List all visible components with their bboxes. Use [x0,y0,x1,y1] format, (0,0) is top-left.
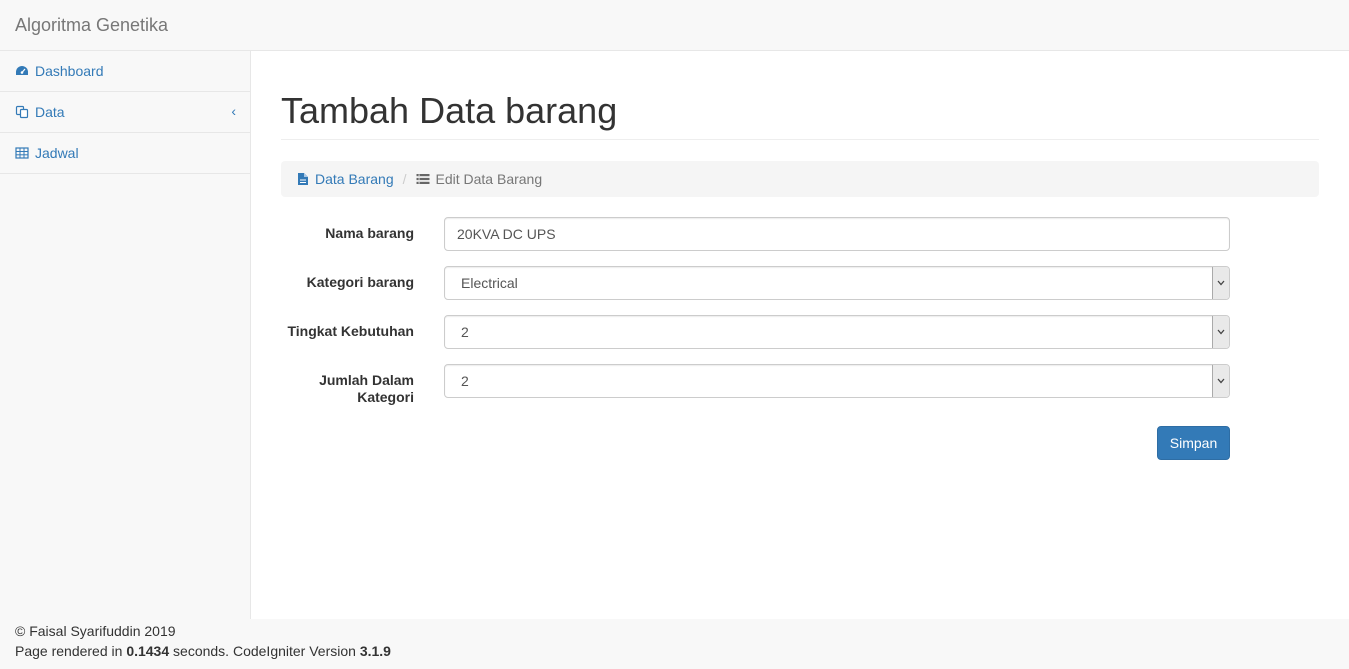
render-prefix: Page rendered in [15,643,127,659]
framework-version: 3.1.9 [359,643,391,659]
main-content: Tambah Data barang Data Barang / Edit Da… [251,51,1349,619]
tingkat-kebutuhan-value: 2 [461,324,469,340]
tingkat-kebutuhan-label: Tingkat Kebutuhan [287,323,414,339]
breadcrumb-separator: / [402,171,407,187]
copy-icon [15,105,29,119]
jumlah-dalam-kategori-select[interactable]: 2 [444,364,1230,398]
top-navbar: Algoritma Genetika [0,0,1349,51]
form-row-tingkat: Tingkat Kebutuhan 2 [281,315,1319,349]
chevron-down-icon[interactable] [1212,267,1229,299]
simpan-button[interactable]: Simpan [1157,426,1230,460]
kategori-barang-value: Electrical [461,275,518,291]
breadcrumb: Data Barang / Edit Data Barang [281,161,1319,197]
footer: © Faisal Syarifuddin 2019 Page rendered … [0,619,1349,669]
kategori-barang-label: Kategori barang [306,274,414,290]
nama-barang-input[interactable]: 20KVA DC UPS [444,217,1230,251]
page-header: Tambah Data barang [281,91,1319,140]
list-icon [416,174,429,184]
breadcrumb-current: Edit Data Barang [416,171,543,187]
file-icon [298,173,308,185]
chevron-down-icon[interactable] [1212,365,1229,397]
sidebar-item-data[interactable]: Data ‹ [0,92,250,133]
chevron-left-icon[interactable]: ‹ [231,103,236,119]
jumlah-dalam-kategori-value: 2 [461,373,469,389]
form-row-nama: Nama barang 20KVA DC UPS [281,217,1319,251]
breadcrumb-link[interactable]: Data Barang [315,171,394,187]
tingkat-kebutuhan-select[interactable]: 2 [444,315,1230,349]
footer-render-info: Page rendered in 0.1434 seconds. CodeIgn… [15,641,1349,661]
footer-copyright: © Faisal Syarifuddin 2019 [15,623,176,639]
form-row-kategori: Kategori barang Electrical [281,266,1319,300]
sidebar: Dashboard Data ‹ Jadwal [0,51,251,619]
table-icon [15,147,29,159]
sidebar-item-label: Jadwal [35,145,79,161]
breadcrumb-data-barang[interactable]: Data Barang [297,171,394,187]
form-row-jumlah: Jumlah Dalam Kategori 2 [281,364,1319,405]
dashboard-icon [16,66,28,75]
sidebar-item-jadwal[interactable]: Jadwal [0,133,250,174]
kategori-barang-select[interactable]: Electrical [444,266,1230,300]
chevron-down-icon[interactable] [1212,316,1229,348]
sidebar-item-label: Data [35,104,65,120]
app-brand[interactable]: Algoritma Genetika [15,15,168,35]
sidebar-item-dashboard[interactable]: Dashboard [0,51,250,92]
render-mid: seconds. CodeIgniter Version [169,643,360,659]
breadcrumb-active-label: Edit Data Barang [435,171,543,187]
sidebar-item-label: Dashboard [35,63,104,79]
render-time: 0.1434 [126,643,170,659]
jumlah-dalam-kategori-label: Jumlah Dalam Kategori [319,372,414,405]
page-title: Tambah Data barang [281,90,618,131]
nama-barang-label: Nama barang [325,225,414,241]
